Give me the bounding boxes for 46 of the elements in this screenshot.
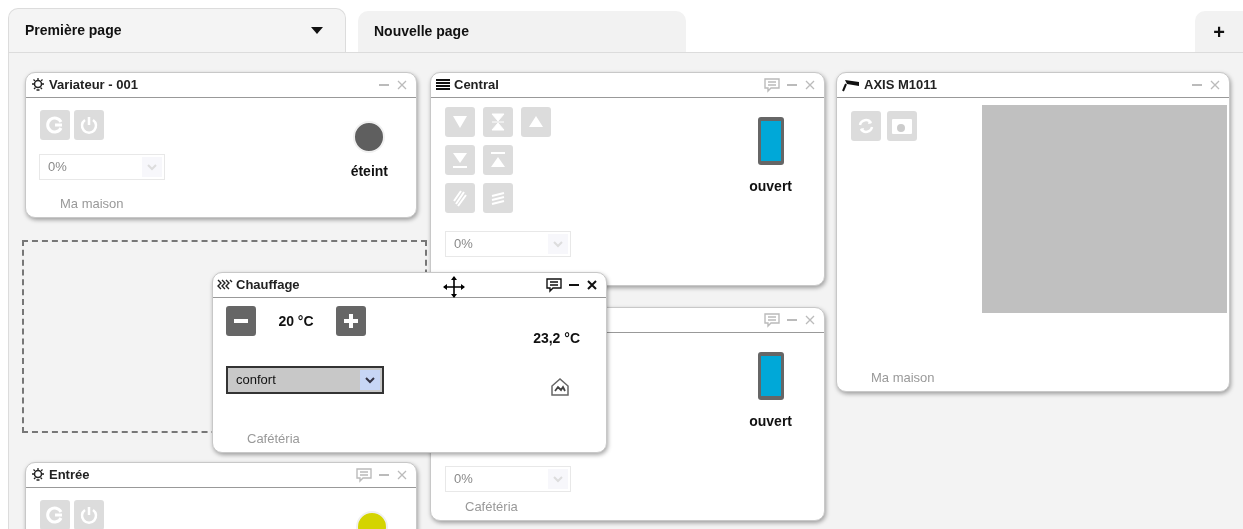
chevron-down-icon <box>548 469 568 489</box>
chevron-down-icon <box>142 157 162 177</box>
bulb-icon <box>30 467 46 483</box>
camera-icon <box>891 116 913 136</box>
house-icon <box>550 377 570 397</box>
page-tab[interactable]: Nouvelle page <box>358 11 686 52</box>
refresh-icon <box>856 116 876 136</box>
power-icon <box>79 505 99 525</box>
location-label: Cafétéria <box>247 429 300 448</box>
minus-icon <box>234 319 248 323</box>
plus-icon <box>341 311 361 331</box>
snapshot-button[interactable] <box>887 111 917 141</box>
up-to-end-icon <box>488 150 508 170</box>
move-icon[interactable] <box>443 276 465 298</box>
mode-dropdown[interactable]: confort <box>226 366 384 394</box>
camera-icon <box>841 78 861 92</box>
toggle-icon <box>45 115 65 135</box>
refresh-button[interactable] <box>851 111 881 141</box>
bulb-icon <box>30 77 46 93</box>
widget-title[interactable]: Chauffage <box>236 275 300 295</box>
decrease-button[interactable] <box>226 306 256 336</box>
location-label: Ma maison <box>60 194 124 213</box>
chevron-down-icon <box>360 370 380 390</box>
location-label: Ma maison <box>871 368 935 387</box>
toggle-icon <box>45 505 65 525</box>
status-label: ouvert <box>749 177 792 196</box>
dropdown-icon[interactable] <box>311 26 323 35</box>
chevron-down-icon <box>548 234 568 254</box>
increase-button[interactable] <box>336 306 366 336</box>
add-tab-button[interactable]: + <box>1195 11 1243 52</box>
phone-icon <box>756 351 785 401</box>
phone-icon <box>756 116 785 166</box>
temperature-label: 23,2 °C <box>533 329 580 348</box>
comment-icon[interactable] <box>546 277 562 293</box>
widget-title[interactable]: AXIS M1011 <box>864 75 937 95</box>
location-label: Cafétéria <box>465 497 518 516</box>
close-icon[interactable] <box>586 279 598 291</box>
power-icon <box>79 115 99 135</box>
status-label: éteint <box>350 162 388 181</box>
down-to-end-icon <box>450 150 470 170</box>
shutter-icon <box>435 78 451 92</box>
slats-vertical-icon <box>450 188 470 208</box>
heating-icon <box>217 278 233 292</box>
page-tab[interactable]: Première page <box>8 8 346 52</box>
setpoint-label: 20 °C <box>277 311 315 331</box>
status-label: ouvert <box>749 412 792 431</box>
